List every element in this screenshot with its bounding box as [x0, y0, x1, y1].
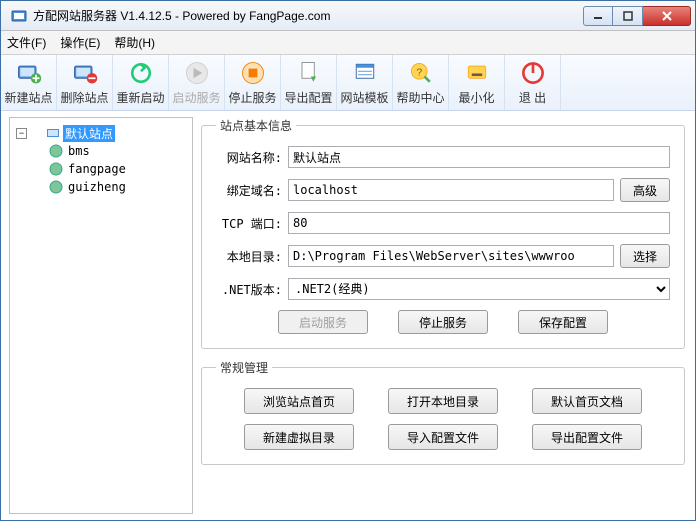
netver-label: .NET版本:	[216, 281, 282, 298]
menu-file[interactable]: 文件(F)	[7, 34, 46, 51]
globe-icon	[48, 179, 64, 195]
select-dir-button[interactable]: 选择	[620, 244, 670, 268]
app-icon	[11, 8, 27, 24]
toolbar-exit[interactable]: 退 出	[505, 55, 561, 110]
collapse-icon[interactable]: −	[16, 128, 27, 139]
site-icon	[45, 125, 61, 141]
export-config-button[interactable]: 导出配置文件	[532, 424, 642, 450]
site-name-label: 网站名称:	[216, 149, 282, 166]
port-input[interactable]	[288, 212, 670, 234]
tree-root-label: 默认站点	[63, 125, 115, 142]
advanced-button[interactable]: 高级	[620, 178, 670, 202]
basic-info-legend: 站点基本信息	[216, 117, 296, 134]
netver-select[interactable]: .NET2(经典)	[288, 278, 670, 300]
tree-root-node[interactable]: − 默认站点	[16, 124, 188, 142]
stop-service-button[interactable]: 停止服务	[398, 310, 488, 334]
default-home-doc-button[interactable]: 默认首页文档	[532, 388, 642, 414]
toolbar-start-service[interactable]: 启动服务	[169, 55, 225, 110]
localdir-label: 本地目录:	[216, 248, 282, 265]
toolbar: 新建站点 删除站点 重新启动 启动服务 停止服务 导出配置 网站模板 ? 帮助中	[1, 55, 695, 111]
new-vdir-button[interactable]: 新建虚拟目录	[244, 424, 354, 450]
site-tree[interactable]: − 默认站点 bms fangpage guizheng	[9, 117, 193, 514]
globe-icon	[48, 161, 64, 177]
menubar: 文件(F) 操作(E) 帮助(H)	[1, 31, 695, 55]
toolbar-site-template[interactable]: 网站模板	[337, 55, 393, 110]
toolbar-minimize[interactable]: 最小化	[449, 55, 505, 110]
toolbar-help-center[interactable]: ? 帮助中心	[393, 55, 449, 110]
toolbar-restart[interactable]: 重新启动	[113, 55, 169, 110]
titlebar: 方配网站服务器 V1.4.12.5 - Powered by FangPage.…	[1, 1, 695, 31]
toolbar-new-site[interactable]: 新建站点	[1, 55, 57, 110]
tree-child-node[interactable]: guizheng	[48, 178, 188, 196]
window-close-button[interactable]	[643, 6, 691, 26]
tree-child-node[interactable]: fangpage	[48, 160, 188, 178]
manage-legend: 常规管理	[216, 359, 272, 376]
browse-home-button[interactable]: 浏览站点首页	[244, 388, 354, 414]
toolbar-export-config[interactable]: 导出配置	[281, 55, 337, 110]
window-minimize-button[interactable]	[583, 6, 613, 26]
toolbar-stop-service[interactable]: 停止服务	[225, 55, 281, 110]
menu-operate[interactable]: 操作(E)	[60, 34, 100, 51]
open-localdir-button[interactable]: 打开本地目录	[388, 388, 498, 414]
window-title: 方配网站服务器 V1.4.12.5 - Powered by FangPage.…	[33, 7, 583, 24]
start-service-button[interactable]: 启动服务	[278, 310, 368, 334]
svg-text:?: ?	[416, 67, 422, 79]
localdir-input[interactable]	[288, 245, 614, 267]
manage-fieldset: 常规管理 浏览站点首页 打开本地目录 默认首页文档 新建虚拟目录 导入配置文件 …	[201, 359, 685, 465]
basic-info-fieldset: 站点基本信息 网站名称: 绑定域名: 高级 TCP 端口: 本地目录:	[201, 117, 685, 349]
tree-child-node[interactable]: bms	[48, 142, 188, 160]
window-maximize-button[interactable]	[613, 6, 643, 26]
menu-help[interactable]: 帮助(H)	[114, 34, 155, 51]
import-config-button[interactable]: 导入配置文件	[388, 424, 498, 450]
domain-label: 绑定域名:	[216, 182, 282, 199]
domain-input[interactable]	[288, 179, 614, 201]
toolbar-delete-site[interactable]: 删除站点	[57, 55, 113, 110]
save-config-button[interactable]: 保存配置	[518, 310, 608, 334]
globe-icon	[48, 143, 64, 159]
site-name-input[interactable]	[288, 146, 670, 168]
port-label: TCP 端口:	[216, 215, 282, 232]
